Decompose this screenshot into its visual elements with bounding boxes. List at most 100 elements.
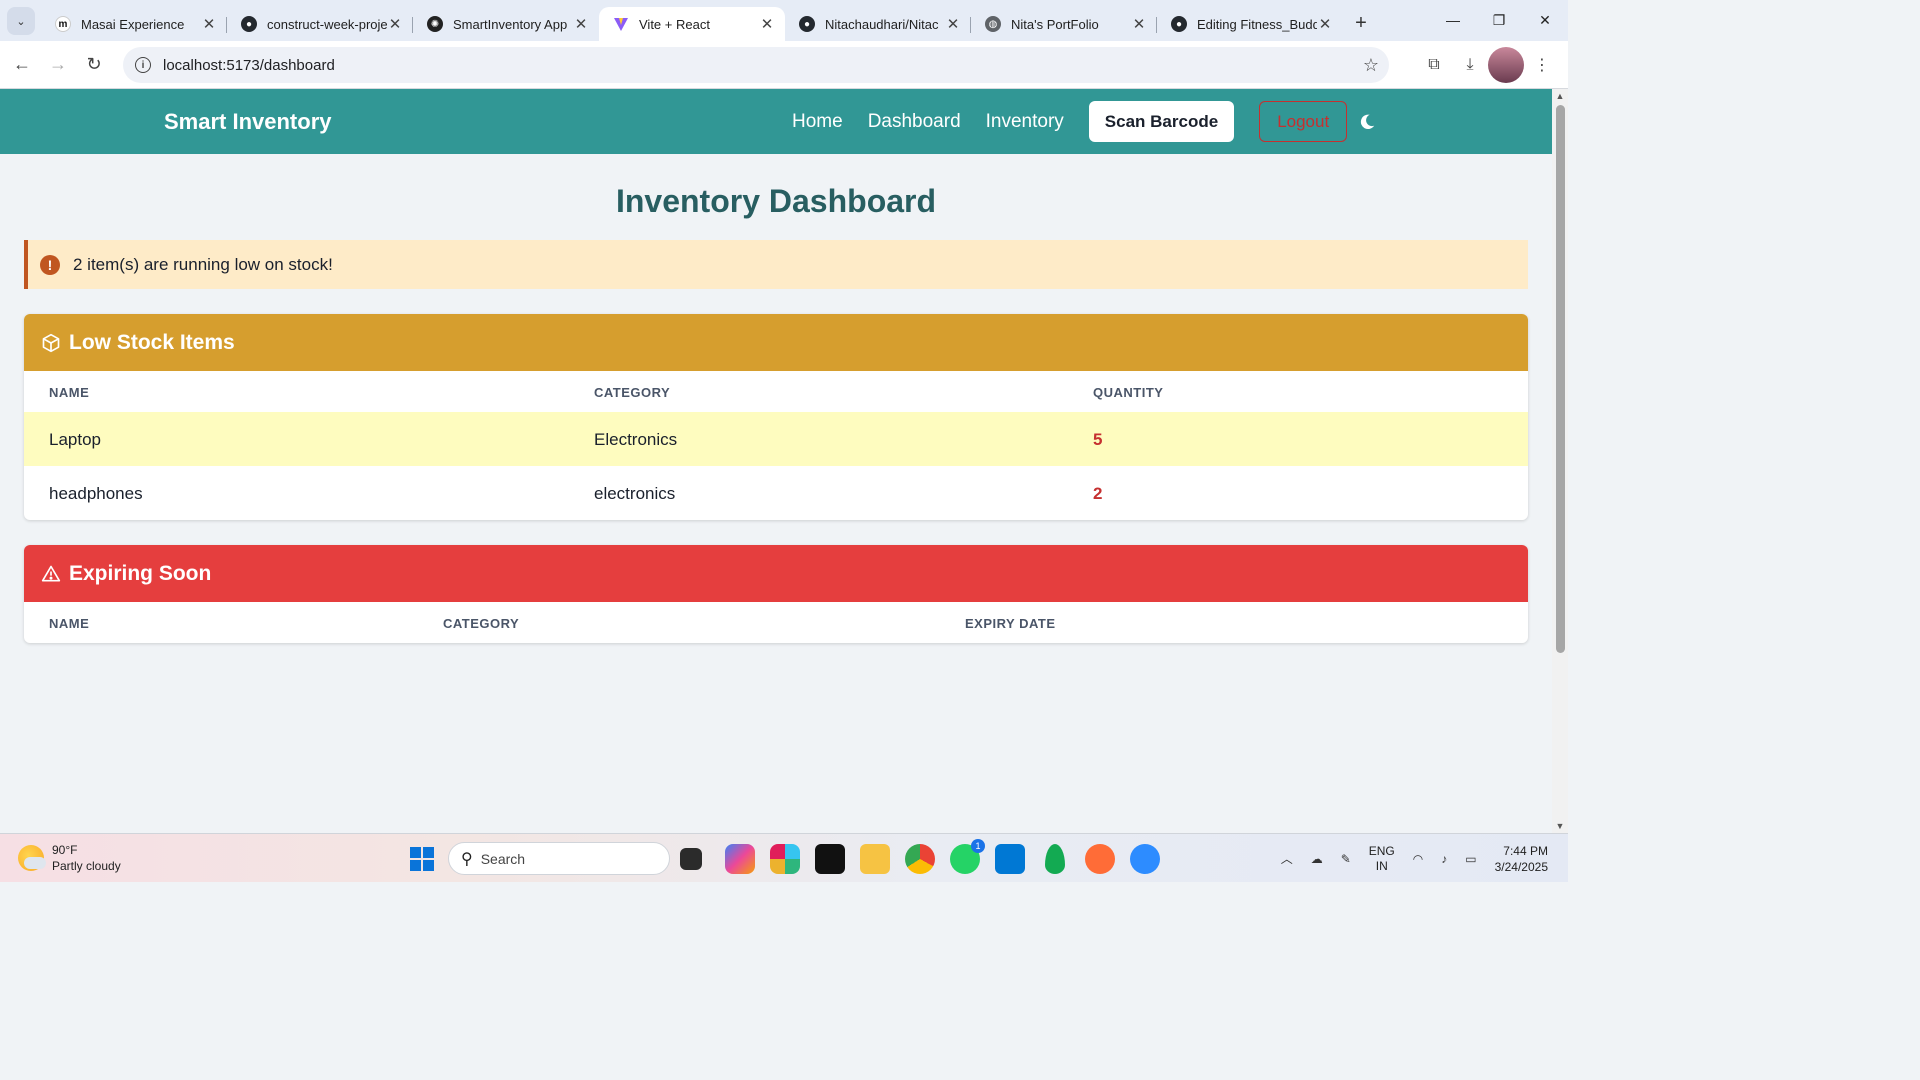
tab-label: Nitachaudhari/Nitac <box>825 16 939 32</box>
volume-icon[interactable]: ♪ <box>1441 852 1447 866</box>
new-tab-button[interactable]: + <box>1347 9 1375 37</box>
download-icon[interactable]: ⤓ <box>1452 47 1488 83</box>
alert-text: 2 item(s) are running low on stock! <box>73 254 333 274</box>
github-icon: ● <box>241 16 257 32</box>
tab-label: Masai Experience <box>81 16 185 32</box>
github-icon: ● <box>1171 16 1187 32</box>
app-navbar: Smart Inventory Home Dashboard Inventory… <box>0 89 1552 154</box>
tab-label: Editing Fitness_Budd <box>1197 16 1317 32</box>
tab-portfolio[interactable]: ◍ Nita's PortFolio ✕ <box>971 7 1157 41</box>
tab-vite-react[interactable]: Vite + React ✕ <box>599 7 785 41</box>
table-row: headphones electronics 2 <box>24 466 1528 520</box>
clock-date: 3/24/2025 <box>1494 859 1548 874</box>
close-icon[interactable]: ✕ <box>1317 15 1333 33</box>
weather-widget[interactable]: 90°F Partly cloudy <box>18 842 121 874</box>
cell-category: electronics <box>594 484 676 503</box>
table-row: Laptop Electronics 5 <box>24 412 1528 466</box>
reload-icon[interactable]: ↻ <box>76 47 112 83</box>
close-icon[interactable]: ✕ <box>201 15 217 33</box>
browser-toolbar: ⧉ ⤓ ⋮ <box>1416 47 1560 83</box>
whatsapp-icon[interactable]: 1 <box>950 839 985 874</box>
omnibox[interactable]: i localhost:5173/dashboard ☆ <box>123 47 1389 83</box>
column-header-category: CATEGORY <box>443 616 520 631</box>
system-tray: ︿ ☁ ✎ ENG IN ◠ ♪ ▭ 7:44 PM 3/24/2025 <box>1281 834 1568 883</box>
system-clock[interactable]: 7:44 PM 3/24/2025 <box>1495 843 1548 875</box>
nav-inventory-link[interactable]: Inventory <box>986 102 1064 142</box>
cell-name: Laptop <box>49 430 101 449</box>
cell-category: Electronics <box>594 430 678 449</box>
nav-home-link[interactable]: Home <box>792 102 843 142</box>
low-stock-title: Low Stock Items <box>69 330 235 354</box>
column-header-expiry-date: EXPIRY DATE <box>965 616 1056 631</box>
restore-icon[interactable]: ❐ <box>1476 0 1522 40</box>
copilot-icon[interactable] <box>725 844 755 874</box>
close-icon[interactable]: ✕ <box>573 15 589 33</box>
scroll-down-arrow-icon[interactable]: ▼ <box>1552 821 1568 831</box>
tab-construct-week[interactable]: ● construct-week-proje ✕ <box>227 7 413 41</box>
minimize-icon[interactable]: — <box>1430 0 1476 40</box>
tab-label: Vite + React <box>639 16 710 32</box>
pen-input-icon[interactable]: ✎ <box>1341 852 1351 866</box>
wifi-icon[interactable]: ◠ <box>1413 852 1423 866</box>
tab-masai[interactable]: m Masai Experience ✕ <box>41 7 227 41</box>
windows-start-icon[interactable] <box>410 847 434 871</box>
chrome-icon[interactable] <box>905 844 935 874</box>
bookmark-star-icon[interactable]: ☆ <box>1353 55 1389 76</box>
vscode-icon[interactable] <box>995 844 1025 874</box>
mongodb-icon[interactable] <box>1045 844 1065 874</box>
show-hidden-icons-icon[interactable]: ︿ <box>1281 850 1293 867</box>
more-menu-icon[interactable]: ⋮ <box>1524 47 1560 83</box>
zoom-icon[interactable] <box>1130 844 1160 874</box>
cell-quantity: 5 <box>1093 430 1103 449</box>
notification-badge: 1 <box>971 839 985 853</box>
tab-search-dropdown[interactable]: ⌄ <box>7 7 35 35</box>
close-icon[interactable]: ✕ <box>759 15 775 33</box>
scrollbar-thumb[interactable] <box>1556 105 1565 653</box>
url-text[interactable]: localhost:5173/dashboard <box>163 57 1353 74</box>
task-view-icon[interactable] <box>680 848 702 870</box>
package-icon <box>42 333 60 352</box>
profile-avatar[interactable] <box>1488 47 1524 83</box>
close-window-icon[interactable]: ✕ <box>1522 0 1568 40</box>
close-icon[interactable]: ✕ <box>387 15 403 33</box>
nav-dashboard-link[interactable]: Dashboard <box>868 102 961 142</box>
tab-nitachaudhari[interactable]: ● Nitachaudhari/Nitac ✕ <box>785 7 971 41</box>
cell-name: headphones <box>49 484 143 503</box>
tab-smartinventory[interactable]: ✺ SmartInventory App ✕ <box>413 7 599 41</box>
expiring-soon-card: Expiring Soon NAME CATEGORY EXPIRY DATE <box>24 545 1528 643</box>
slack-icon[interactable] <box>770 844 800 874</box>
scroll-up-arrow-icon[interactable]: ▲ <box>1552 91 1568 101</box>
nav-links: Home Dashboard Inventory Scan Barcode Lo… <box>792 101 1348 142</box>
expiring-soon-title: Expiring Soon <box>69 561 212 585</box>
page-scrollbar[interactable]: ▲ ▼ <box>1552 89 1568 833</box>
search-placeholder: Search <box>480 850 526 867</box>
postman-icon[interactable] <box>1085 844 1115 874</box>
file-explorer-icon[interactable] <box>860 844 890 874</box>
weather-desc: Partly cloudy <box>52 859 121 873</box>
app-brand[interactable]: Smart Inventory <box>164 109 332 135</box>
back-icon[interactable]: ← <box>4 47 40 83</box>
site-info-icon[interactable]: i <box>135 57 151 73</box>
extensions-icon[interactable]: ⧉ <box>1416 47 1452 83</box>
table-header-row: NAME CATEGORY QUANTITY <box>24 371 1528 412</box>
expiring-soon-header: Expiring Soon <box>24 545 1528 602</box>
window-controls: — ❐ ✕ <box>1430 0 1568 40</box>
taskbar-search[interactable]: ⚲ Search <box>448 842 670 875</box>
tab-label: SmartInventory App <box>453 16 568 32</box>
scan-barcode-button[interactable]: Scan Barcode <box>1088 101 1235 142</box>
close-icon[interactable]: ✕ <box>945 15 961 33</box>
logout-button[interactable]: Logout <box>1259 101 1348 142</box>
column-header-quantity: QUANTITY <box>1093 385 1164 400</box>
language-indicator[interactable]: ENG IN <box>1369 844 1395 874</box>
browser-tab-bar: ⌄ m Masai Experience ✕ ● construct-week-… <box>0 0 1568 41</box>
tab-fitness-buddy[interactable]: ● Editing Fitness_Budd ✕ <box>1157 7 1343 41</box>
close-icon[interactable]: ✕ <box>1131 15 1147 33</box>
onedrive-icon[interactable]: ☁ <box>1311 852 1323 866</box>
battery-icon[interactable]: ▭ <box>1465 852 1476 866</box>
address-bar-row: ← → ↻ i localhost:5173/dashboard ☆ ⧉ ⤓ ⋮ <box>0 41 1568 89</box>
column-header-category: CATEGORY <box>594 385 671 400</box>
partly-cloudy-icon <box>18 845 46 871</box>
masai-app-icon[interactable] <box>815 844 845 874</box>
dark-mode-toggle-icon[interactable] <box>1358 113 1376 131</box>
forward-icon[interactable]: → <box>40 47 76 83</box>
